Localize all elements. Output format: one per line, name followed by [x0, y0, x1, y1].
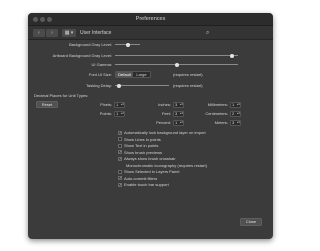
artboard-gray-label: Artboard Background Gray Level:	[52, 53, 112, 58]
font-ui-size-segmented: Default Large	[115, 71, 151, 78]
show-all-button[interactable]: ▦ ▾	[62, 29, 76, 37]
search-icon[interactable]: ⌕	[206, 30, 209, 36]
stepper-arrows-icon[interactable]: ▴▾	[237, 120, 240, 125]
checkbox-checked[interactable]: ✓	[118, 130, 122, 135]
checkbox-label-4: Always show brush crosshair	[124, 156, 176, 161]
millimeters-stepper[interactable]: 1 ▴▾	[230, 101, 241, 108]
centimeters-value: 2	[232, 110, 235, 116]
checkmark-icon: ✓	[119, 130, 122, 135]
percent-label: Percent:	[156, 120, 171, 125]
checkbox-label-0: Automatically lock background layer on i…	[124, 130, 206, 135]
ui-gamma-label: UI Gamma:	[91, 62, 112, 67]
close-button[interactable]: Close	[240, 218, 262, 226]
meters-label: Meters:	[214, 120, 228, 125]
font-ui-size-label: Font UI Size:	[88, 72, 112, 77]
points-value: 1	[116, 110, 119, 116]
checkbox-label-8: Enable touch bar support	[124, 182, 169, 187]
checkbox-label-3: Show brush previews	[124, 149, 163, 155]
pixels-value: 1	[116, 101, 119, 107]
back-button[interactable]: ‹	[33, 29, 45, 37]
preferences-window: Preferences ‹ › ▦ ▾ User Interface ⌕ Bac…	[28, 13, 273, 239]
title-bar: Preferences	[28, 13, 273, 26]
font-size-large-option[interactable]: Large	[133, 72, 150, 77]
background-gray-slider-knob[interactable]	[125, 42, 130, 47]
centimeters-stepper[interactable]: 2 ▴▾	[230, 110, 241, 117]
checkbox-checked[interactable]: ✓	[118, 182, 122, 187]
checkmark-icon: ✓	[119, 156, 122, 161]
feet-value: 3	[175, 110, 178, 116]
window-title: Preferences	[135, 16, 166, 22]
checkbox-label-2: Show Text in points	[124, 143, 159, 148]
checkmark-icon: ✓	[119, 176, 122, 180]
stepper-arrows-icon[interactable]: ▴▾	[180, 111, 183, 116]
percent-stepper[interactable]: 1 ▴▾	[173, 119, 184, 126]
points-stepper[interactable]: 1 ▴▾	[114, 110, 125, 117]
checkbox-checked[interactable]: ✓	[118, 156, 122, 161]
artboard-gray-slider-track[interactable]	[115, 55, 238, 56]
forward-button[interactable]: ›	[46, 29, 58, 37]
stepper-arrows-icon[interactable]: ▴▾	[180, 102, 183, 107]
millimeters-label: Millimeters:	[207, 102, 228, 107]
checkbox-label-5: Monochromatic iconography (requires rest…	[126, 162, 207, 168]
decimal-places-heading: Decimal Places for Unit Types:	[34, 93, 89, 98]
meters-value: 3	[232, 119, 235, 125]
inches-value: 3	[175, 101, 178, 107]
chevron-right-icon: ›	[51, 30, 53, 36]
millimeters-value: 1	[232, 101, 235, 107]
pixels-label: Pixels:	[100, 102, 112, 107]
chevron-left-icon: ‹	[38, 30, 40, 36]
stepper-arrows-icon[interactable]: ▴▾	[180, 120, 183, 125]
artboard-gray-slider-knob[interactable]	[229, 53, 234, 58]
background-gray-label: Background Gray Level:	[69, 42, 112, 47]
checkbox-unchecked[interactable]	[118, 137, 122, 141]
feet-stepper[interactable]: 3 ▴▾	[173, 110, 184, 117]
tasking-delay-restart-note: (requires restart)	[173, 83, 203, 88]
stepper-arrows-icon[interactable]: ▴▾	[121, 111, 124, 116]
feet-label: Feet:	[161, 111, 171, 116]
checkmark-icon: ✓	[119, 150, 122, 154]
inches-label: Inches:	[158, 102, 171, 107]
points-label: Points:	[99, 111, 112, 116]
checkmark-icon: ✓	[119, 182, 122, 187]
checkbox-unchecked[interactable]	[118, 169, 122, 174]
checkbox-label-1: Show Lines in points	[124, 136, 161, 142]
tasking-delay-label: Tasking Delay:	[85, 83, 112, 88]
stepper-arrows-icon[interactable]: ▴▾	[237, 102, 240, 107]
percent-value: 1	[175, 119, 178, 125]
font-size-restart-note: (requires restart)	[173, 72, 203, 77]
pixels-stepper[interactable]: 1 ▴▾	[114, 101, 125, 108]
grid-icon: ▦ ▾	[64, 30, 74, 36]
checkbox-label-7: Auto-commit filters	[124, 175, 158, 181]
reset-button[interactable]: Reset	[36, 101, 58, 108]
ui-gamma-slider-knob[interactable]	[174, 62, 179, 67]
tasking-delay-slider-knob[interactable]	[117, 83, 122, 88]
stepper-arrows-icon[interactable]: ▴▾	[237, 111, 240, 116]
toolbar: ‹ › ▦ ▾ User Interface ⌕	[28, 26, 273, 40]
stepper-arrows-icon[interactable]: ▴▾	[121, 102, 124, 107]
tasking-delay-slider-track[interactable]	[115, 85, 169, 86]
font-size-default-option[interactable]: Default	[116, 72, 133, 77]
centimeters-label: Centimeters:	[205, 111, 228, 116]
checkbox-unchecked[interactable]	[118, 143, 122, 148]
section-title: User Interface	[80, 30, 112, 36]
checkbox-checked[interactable]: ✓	[118, 150, 122, 154]
inches-stepper[interactable]: 3 ▴▾	[173, 101, 184, 108]
checkbox-checked[interactable]: ✓	[118, 176, 122, 180]
checkbox-label-6: Show Selected in Layers Panel	[124, 169, 180, 174]
meters-stepper[interactable]: 3 ▴▾	[230, 119, 241, 126]
